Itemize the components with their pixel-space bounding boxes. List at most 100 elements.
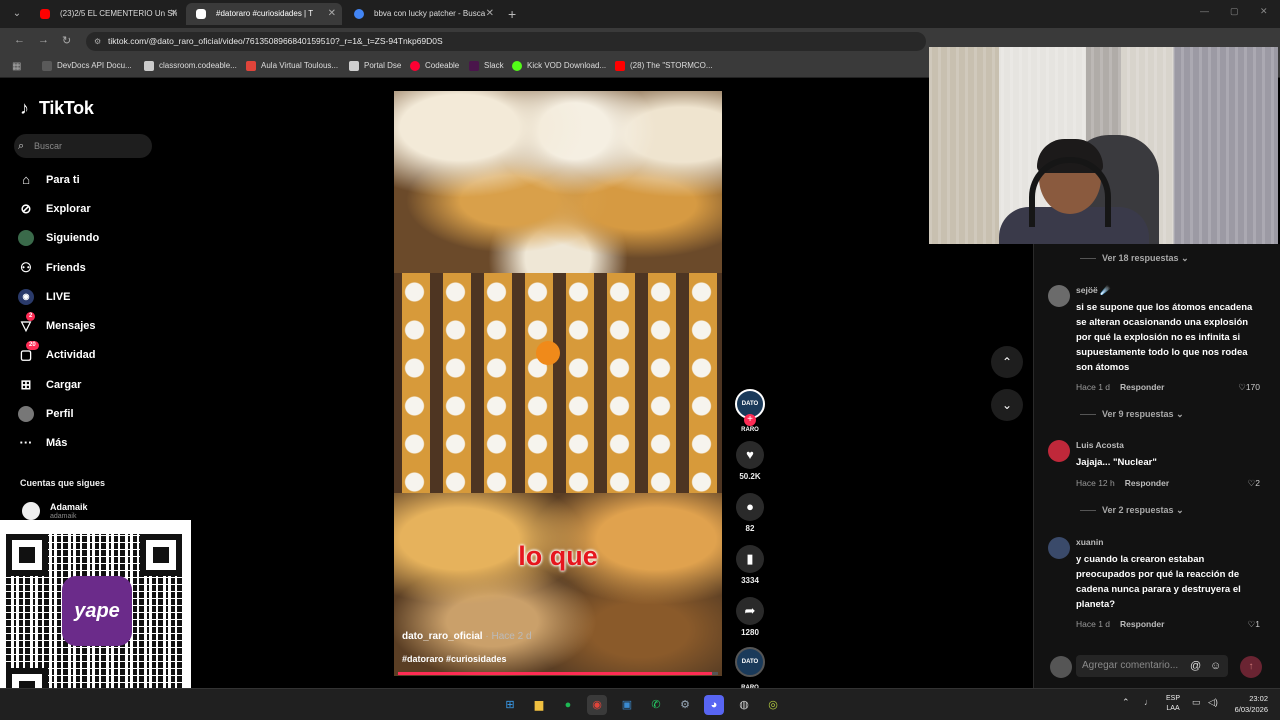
reply-button[interactable]: Responder <box>1120 382 1164 392</box>
close-tab-icon[interactable]: ✕ <box>328 3 336 25</box>
file-explorer-icon[interactable]: ▆ <box>529 695 549 715</box>
comment-meta: Hace 1 d Responder <box>1076 619 1164 629</box>
nav-friends[interactable]: ⚇ Friends <box>18 258 86 278</box>
tiktok-logo[interactable]: ♪ TikTok <box>20 98 94 119</box>
share-count: 1280 <box>741 628 759 637</box>
nav-actividad[interactable]: ▢ 20 Actividad <box>18 341 96 365</box>
comment-action[interactable]: ● 82 <box>736 493 764 533</box>
comment-time: Hace 12 h <box>1076 478 1115 488</box>
share-icon[interactable]: ➦ <box>736 597 764 625</box>
back-icon[interactable]: ← <box>14 34 25 46</box>
bookmark-item[interactable]: Slack <box>469 59 504 73</box>
avatar[interactable] <box>1048 537 1070 559</box>
bookmark-icon[interactable]: ▮ <box>736 545 764 573</box>
photos-icon[interactable]: ▣ <box>617 695 637 715</box>
new-tab-icon[interactable]: + <box>508 5 522 23</box>
whatsapp-icon[interactable]: ✆ <box>646 695 666 715</box>
nav-para-ti[interactable]: ⌂ Para ti <box>18 170 80 190</box>
minimize-icon[interactable]: — <box>1200 6 1209 16</box>
network-icon[interactable]: ▭ <box>1192 697 1201 708</box>
obs-icon[interactable]: ◍ <box>734 695 754 715</box>
video-frame-center <box>394 273 722 493</box>
bookmark-item[interactable]: DevDocs API Docu... <box>42 59 132 73</box>
volume-icon[interactable]: ◁) <box>1208 697 1218 708</box>
comment-input[interactable]: Agregar comentario... @ ☺ <box>1076 655 1228 677</box>
apps-grid-icon[interactable]: ▦ <box>12 61 21 72</box>
bookmark-item[interactable]: Aula Virtual Toulous... <box>246 59 338 73</box>
bookmark-item[interactable]: Kick VOD Download... <box>512 59 606 73</box>
nav-perfil[interactable]: Perfil <box>18 404 74 424</box>
nav-mensajes[interactable]: ▽ 2 Mensajes <box>18 312 96 336</box>
spotify-icon[interactable]: ● <box>558 695 578 715</box>
view-replies[interactable]: Ver 2 respuestas ⌄ <box>1080 505 1184 516</box>
post-comment-button[interactable]: ↑ <box>1240 656 1262 678</box>
share-action[interactable]: ➦ 1280 <box>736 597 764 637</box>
like-count: 50.2K <box>739 472 761 481</box>
browser-tab-3[interactable]: bbva con lucky patcher - Busca ✕ <box>344 3 500 25</box>
microphone-icon[interactable]: ♩ <box>1144 697 1153 707</box>
site-info-icon[interactable]: ⚙ <box>94 32 101 51</box>
comment-like[interactable]: ♡170 <box>1238 382 1260 393</box>
app-icon[interactable]: ◎ <box>763 695 783 715</box>
nav-live[interactable]: ◉ LIVE <box>18 287 70 307</box>
arrow-up-icon: ↑ <box>1248 661 1254 672</box>
follow-plus-icon[interactable]: + <box>744 414 756 426</box>
browser-tab-2[interactable]: #datoraro #curiosidades | T ✕ <box>186 3 342 25</box>
comment-like[interactable]: ♡1 <box>1248 619 1260 630</box>
chrome-icon[interactable]: ◉ <box>587 695 607 715</box>
heart-icon[interactable]: ♥ <box>736 441 764 469</box>
tray-expand-icon[interactable]: ⌃ <box>1122 697 1130 708</box>
avatar[interactable] <box>1048 285 1070 307</box>
tab-title: (23)2/5 EL CEMENTERIO Un Sh <box>60 9 178 18</box>
comment-item: Luis Acosta Jajaja... "Nuclear" Hace 12 … <box>1048 440 1264 490</box>
language-indicator[interactable]: ESP LAA <box>1166 694 1180 714</box>
comment-user[interactable]: sejöë ☄️ <box>1076 285 1111 296</box>
activity-badge: 20 <box>26 341 39 350</box>
view-replies[interactable]: Ver 18 respuestas ⌄ <box>1080 253 1189 264</box>
search-input[interactable]: ⌕ Buscar <box>14 134 152 158</box>
next-video-button[interactable]: ⌄ <box>991 389 1023 421</box>
tab-search-icon[interactable]: ⌄ <box>8 5 26 23</box>
comment-like[interactable]: ♡2 <box>1248 478 1260 489</box>
system-clock[interactable]: 23:02 6/03/2026 <box>1222 693 1268 715</box>
bookmark-item[interactable]: classroom.codeable... <box>144 59 237 73</box>
mention-icon[interactable]: @ <box>1190 655 1201 677</box>
music-disc[interactable]: DATO RARO <box>735 647 765 691</box>
video-author[interactable]: dato_raro_oficial · Hace 2 d <box>402 631 532 642</box>
lang-code: ESP <box>1166 695 1181 702</box>
nav-explorar[interactable]: ⊘ Explorar <box>18 199 91 219</box>
nav-siguiendo[interactable]: Siguiendo <box>18 228 99 248</box>
forward-icon[interactable]: → <box>38 34 49 46</box>
bookmark-item[interactable]: (28) The "STORMCO... <box>615 59 713 73</box>
comment-icon[interactable]: ● <box>736 493 764 521</box>
reply-button[interactable]: Responder <box>1120 619 1164 629</box>
video-progress-bar[interactable] <box>398 672 718 675</box>
steam-icon[interactable]: ⚙ <box>675 695 695 715</box>
discord-icon[interactable]: ◕ <box>704 695 724 715</box>
emoji-icon[interactable]: ☺ <box>1210 655 1221 677</box>
tiktok-favicon-icon <box>196 9 206 19</box>
avatar[interactable] <box>1048 440 1070 462</box>
comment-user[interactable]: Luis Acosta <box>1076 440 1124 450</box>
save-action[interactable]: ▮ 3334 <box>736 545 764 585</box>
bookmark-item[interactable]: Portal Dse <box>349 59 401 73</box>
maximize-icon[interactable]: ▢ <box>1230 6 1239 17</box>
reply-button[interactable]: Responder <box>1125 478 1169 488</box>
bookmark-item[interactable]: Codeable <box>410 59 459 73</box>
nav-cargar[interactable]: ⊞ Cargar <box>18 375 82 395</box>
previous-video-button[interactable]: ⌃ <box>991 346 1023 378</box>
like-action[interactable]: ♥ 50.2K <box>736 441 764 481</box>
nav-mas[interactable]: ··· Más <box>18 433 68 453</box>
close-tab-icon[interactable]: ✕ <box>486 3 494 25</box>
url-field[interactable]: ⚙ tiktok.com/@dato_raro_oficial/video/76… <box>86 32 926 51</box>
view-replies[interactable]: Ver 9 respuestas ⌄ <box>1080 409 1184 420</box>
comment-user[interactable]: xuanin <box>1076 537 1103 547</box>
tab-title: bbva con lucky patcher - Busca <box>374 9 486 18</box>
video-player[interactable]: lo que dato_raro_oficial · Hace 2 d #dat… <box>394 91 722 676</box>
windows-start-icon[interactable]: ⊞ <box>500 695 520 715</box>
close-window-icon[interactable]: ✕ <box>1260 6 1268 17</box>
reload-icon[interactable]: ↻ <box>62 34 71 47</box>
close-tab-icon[interactable]: ✕ <box>170 3 178 25</box>
video-hashtags[interactable]: #datoraro #curiosidades <box>402 654 507 664</box>
browser-tab-1[interactable]: (23)2/5 EL CEMENTERIO Un Sh ✕ <box>30 3 184 25</box>
